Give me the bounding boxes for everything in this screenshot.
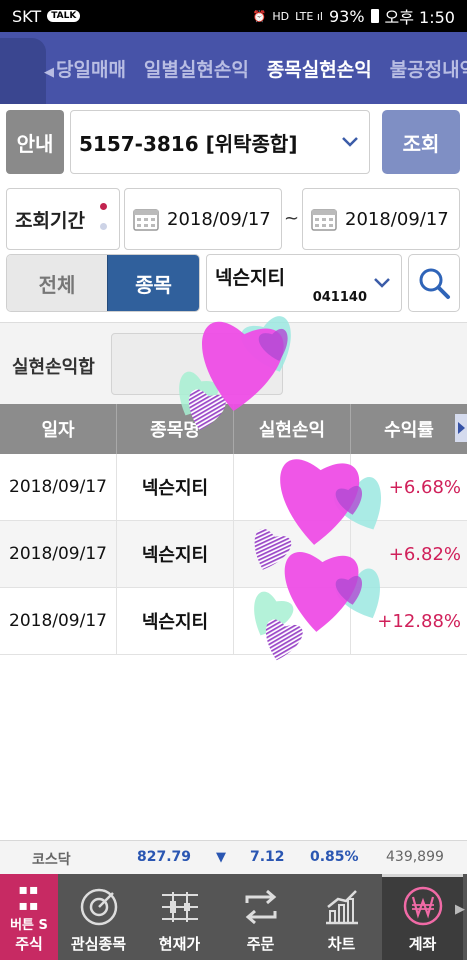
tab-bar: ◀당일매매 일별실현손익 종목실현손익 불공정내역 [0,32,467,104]
cell-profit [234,588,351,654]
cell-date: 2018/09/17 [0,588,117,654]
brand-label: 버튼 S [10,918,48,933]
nav-item-order[interactable]: 주문 [220,874,301,960]
date-separator: ~ [284,208,300,229]
tab-daily-realized[interactable]: 일별실현손익 [144,55,249,82]
stock-code: 041140 [312,290,367,305]
cell-profit [234,521,351,587]
start-date-field[interactable]: 2018/09/17 [124,188,282,250]
column-realized-profit: 실현손익 [234,404,351,454]
table-header: 일자 종목명 실현손익 수익률 [0,404,467,454]
account-value: 5157-3816 [위탁종합] [79,131,298,156]
watchlist-icon [80,888,117,926]
period-label: 조회기간 [15,209,85,232]
chevron-down-icon [341,136,359,147]
carrier-label: SKT [12,6,42,26]
ticker-change: 7.12 [250,849,285,865]
nav-item-chart[interactable]: 차트 [301,874,382,960]
filter-all-button[interactable]: 전체 [7,255,107,311]
scroll-right-icon[interactable] [455,414,467,442]
nav-label: 주문 [246,935,275,953]
table-row[interactable]: 2018/09/17 넥슨지티 +12.88% [0,588,467,655]
nav-more-arrow-icon[interactable]: ▶ [455,902,467,917]
ticker-index-name: 코스닥 [32,852,71,868]
cell-stock-name: 넥슨지티 [117,521,234,587]
calendar-icon [311,209,337,231]
end-date-field[interactable]: 2018/09/17 [302,188,460,250]
chart-icon [325,890,358,925]
search-button[interactable] [408,254,460,312]
nav-item-stock[interactable]: ▪▪ ▪▪ 버튼 S 주식 [0,874,58,960]
bottom-nav: ▪▪ ▪▪ 버튼 S 주식 관심종목 현재가 주문 차트 계좌 ▶ [0,874,467,960]
app-logo: ▪▪ ▪▪ 버튼 S [0,882,58,933]
ticker-percent: 0.85% [310,849,359,865]
nav-item-account[interactable]: 계좌 [382,874,463,960]
ticker-index-value: 827.79 [137,849,192,865]
alarm-icon: ⏰ [252,9,267,23]
nav-label: 차트 [327,935,356,953]
nav-label: 주식 [15,935,43,953]
column-date: 일자 [0,404,117,454]
won-icon [403,886,442,926]
query-button[interactable]: 조회 [382,110,460,174]
cell-date: 2018/09/17 [0,521,117,587]
filter-segmented-control: 전체 종목 [6,254,200,312]
tab-stock-realized[interactable]: 종목실현손익 [267,55,372,82]
column-return-rate: 수익률 [384,420,434,441]
nav-item-current-price[interactable]: 현재가 [139,874,220,960]
nav-item-watchlist[interactable]: 관심종목 [58,874,139,960]
calendar-icon [133,209,159,231]
grid-icon: ▪▪ ▪▪ [18,882,40,914]
tab-label: 당일매매 [56,58,126,81]
filter-item-button[interactable]: 종목 [107,255,199,311]
period-indicator-dot [100,203,107,210]
profit-sum-label: 실현손익합 [12,357,95,378]
nav-label: 현재가 [158,935,201,953]
clock: 오후 1:50 [384,8,455,27]
period-indicator-dot [100,223,107,230]
stock-name: 넥슨지티 [215,267,285,289]
cell-rate: +12.88% [377,610,461,632]
market-ticker[interactable]: 코스닥 827.79 ▼ 7.12 0.85% 439,899 [0,840,467,874]
hd-voice-icon: HD [272,9,290,23]
back-button[interactable] [0,38,46,104]
lte-signal-icon: LTE ıl [295,9,323,23]
cell-stock-name: 넥슨지티 [117,454,234,520]
battery-percent: 93% [328,6,365,26]
chevron-down-icon [373,277,391,288]
profit-sum-value [111,333,283,395]
period-label-box: 조회기간 [6,188,120,250]
order-icon [245,889,276,925]
nav-label: 관심종목 [70,935,127,953]
table-row[interactable]: 2018/09/17 넥슨지티 +6.68% [0,454,467,521]
profit-summary-row: 실현손익합 [0,322,467,404]
kakaotalk-badge-icon: TALK [47,10,81,22]
battery-icon [370,9,379,23]
end-date: 2018/09/17 [345,208,449,230]
tab-daily-trade[interactable]: ◀ 당일매매 [44,55,126,82]
scroll-left-icon: ◀ [44,64,54,80]
table-row[interactable]: 2018/09/17 넥슨지티 +6.82% [0,521,467,588]
cell-stock-name: 넥슨지티 [117,588,234,654]
nav-label: 계좌 [408,935,437,953]
column-stock-name: 종목명 [117,404,234,454]
cell-date: 2018/09/17 [0,454,117,520]
account-select[interactable]: 5157-3816 [위탁종합] [70,110,370,174]
start-date: 2018/09/17 [167,208,271,230]
down-arrow-icon: ▼ [216,850,226,865]
cell-profit [234,454,351,520]
cell-rate: +6.68% [388,476,461,498]
stock-select[interactable]: 넥슨지티 041140 [206,254,402,312]
search-icon [419,268,450,299]
status-bar: SKT TALK ⏰ HD LTE ıl 93% 오후 1:50 [0,0,467,32]
ticker-volume: 439,899 [386,849,444,865]
cell-rate: +6.82% [388,543,461,565]
current-price-icon [161,892,198,922]
guide-button[interactable]: 안내 [6,110,64,174]
tab-unfair-trades[interactable]: 불공정내역 [390,55,467,82]
